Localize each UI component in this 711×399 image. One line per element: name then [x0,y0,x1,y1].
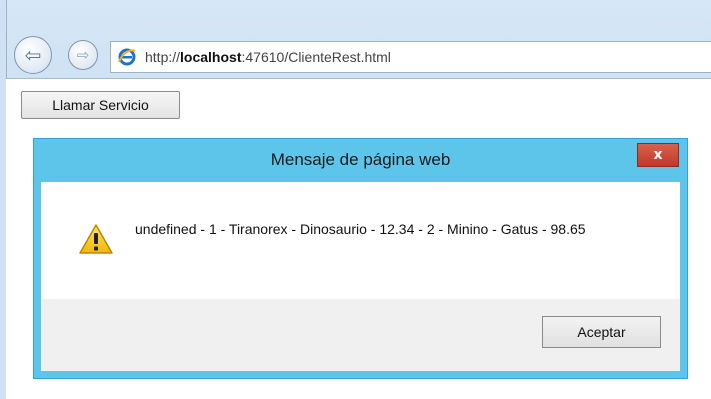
close-icon: x [653,147,663,163]
warning-icon [79,224,113,254]
ie-page-icon [117,47,137,67]
dialog-title: Mensaje de página web [270,150,451,169]
forward-arrow-icon: ⇨ [76,47,90,64]
forward-button[interactable]: ⇨ [68,40,98,70]
back-arrow-icon: ⇦ [24,44,42,67]
dialog-message: undefined - 1 - Tiranorex - Dinosaurio -… [135,221,586,237]
url-text: http://localhost:47610/ClienteRest.html [145,49,391,65]
address-bar[interactable]: http://localhost:47610/ClienteRest.html [110,41,711,73]
back-button[interactable]: ⇦ [14,36,52,74]
dialog-body: undefined - 1 - Tiranorex - Dinosaurio -… [41,182,680,299]
message-dialog: Mensaje de página web x undefined - 1 - … [33,138,688,379]
browser-toolbar: ⇦ ⇨ http://localhost:47610/ClienteRest.h… [0,0,711,79]
close-button[interactable]: x [637,143,679,167]
aceptar-button[interactable]: Aceptar [542,316,661,348]
llamar-servicio-button[interactable]: Llamar Servicio [21,91,180,119]
dialog-footer: Aceptar [41,299,680,371]
